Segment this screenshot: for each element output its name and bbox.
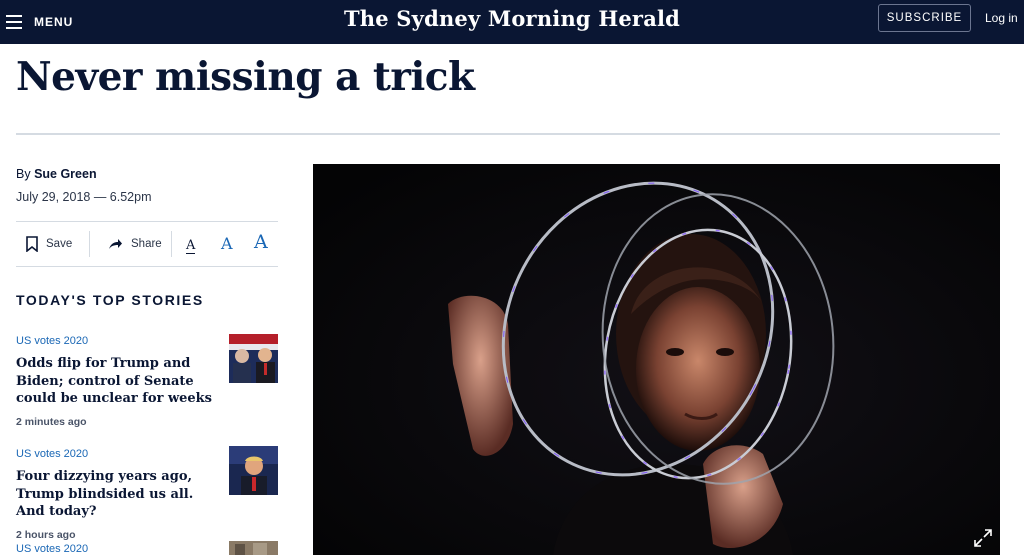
share-arrow-icon [109,239,122,249]
action-divider [171,231,172,257]
save-label: Save [46,238,73,250]
font-size-large-button[interactable]: A [254,231,268,253]
top-stories-heading: TODAY'S TOP STORIES [16,292,204,308]
font-size-small-button[interactable]: A [186,238,196,254]
bookmark-icon [26,236,38,252]
save-button[interactable]: Save [26,222,72,266]
publish-date: July 29, 2018 — 6.52pm [16,190,152,204]
action-divider [89,231,90,257]
article-headline: Never missing a trick [16,54,475,100]
story-title[interactable]: Odds flip for Trump and Biden; control o… [16,355,218,408]
login-link[interactable]: Log in [985,11,1018,25]
performer-with-hoops-image [313,164,1000,555]
share-label: Share [131,238,162,250]
byline-prefix: By [16,167,35,181]
story-item[interactable]: US votes 2020 Four dizzying years ago, T… [16,446,278,541]
share-button[interactable]: Share [108,222,162,266]
story-title[interactable]: Four dizzying years ago, Trump blindside… [16,468,218,521]
story-thumbnail[interactable] [229,541,278,555]
expand-icon[interactable] [974,529,992,547]
story-time: 2 hours ago [16,528,76,541]
byline: By Sue Green [16,167,97,181]
site-header: MENU The Sydney Morning Herald SUBSCRIBE… [0,0,1024,44]
article-actions: Save Share A A A [16,221,278,267]
story-time: 2 minutes ago [16,415,87,428]
headline-divider [16,133,1000,135]
author-link[interactable]: Sue Green [34,167,97,181]
masthead-logo[interactable]: The Sydney Morning Herald [0,6,1024,31]
story-thumbnail[interactable] [229,334,278,383]
story-thumbnail[interactable] [229,446,278,495]
font-size-medium-button[interactable]: A [221,234,233,253]
subscribe-button[interactable]: SUBSCRIBE [878,4,971,32]
story-item[interactable]: US votes 2020 [16,541,278,555]
lead-photo[interactable] [313,164,1000,555]
story-item[interactable]: US votes 2020 Odds flip for Trump and Bi… [16,334,278,428]
